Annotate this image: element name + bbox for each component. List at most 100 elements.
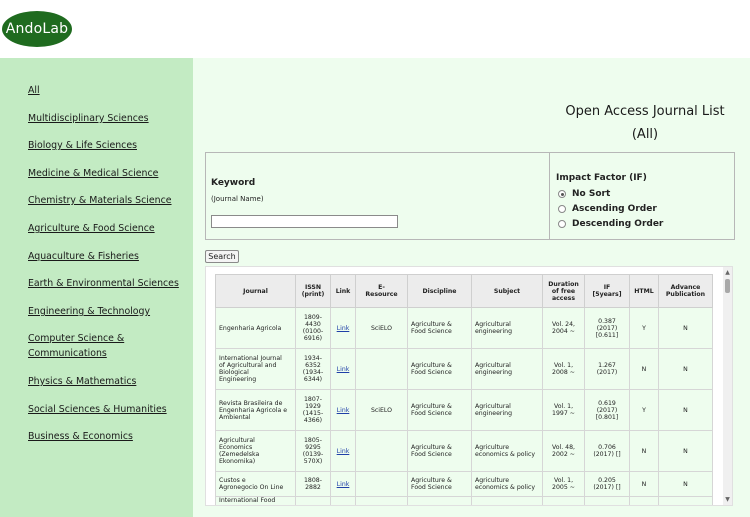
table-cell-journal: Engenharia Agricola bbox=[215, 307, 296, 349]
sidebar-item-computer-science[interactable]: Computer Science & Communications bbox=[28, 331, 138, 361]
journal-link[interactable]: Link bbox=[337, 325, 350, 332]
table-cell-advance: N bbox=[658, 471, 713, 497]
keyword-label: Keyword bbox=[211, 178, 256, 188]
triangle-up-icon[interactable]: ▲ bbox=[723, 268, 732, 277]
page-title: Open Access Journal List (All) bbox=[560, 100, 730, 146]
column-header: Advance Publication bbox=[658, 274, 713, 308]
header: AndoLab bbox=[0, 0, 750, 58]
table-cell-html: N bbox=[629, 430, 659, 472]
sidebar-item-medicine[interactable]: Medicine & Medical Science bbox=[28, 166, 188, 181]
sort-none-label: No Sort bbox=[572, 189, 611, 199]
table-cell-if bbox=[584, 496, 630, 505]
sidebar-item-business[interactable]: Business & Economics bbox=[28, 429, 188, 444]
table-cell-link: Link bbox=[330, 471, 356, 497]
table-cell-subject: Agricultural engineering bbox=[471, 389, 543, 431]
keyword-input[interactable] bbox=[211, 215, 398, 228]
table-cell-link: Link bbox=[330, 430, 356, 472]
column-header: ISSN (print) bbox=[295, 274, 331, 308]
table-cell-subject: Agriculture economics & policy bbox=[471, 471, 543, 497]
table-cell-html bbox=[629, 496, 659, 505]
table-row: Custos e Agronegocio On Line 1808- 2882 Li… bbox=[215, 471, 713, 497]
sort-ascending-option[interactable]: Ascending Order bbox=[558, 204, 657, 214]
page-title-text: Open Access Journal List bbox=[565, 104, 725, 119]
sort-descending-label: Descending Order bbox=[572, 219, 664, 229]
table-cell-journal: Agricultural Economics (Zemedelska Ekono… bbox=[215, 430, 296, 472]
table-cell-issn: 1807- 1929 (1415- 4366) bbox=[295, 389, 331, 431]
table-cell-journal: International Food bbox=[215, 496, 296, 505]
table-cell-journal: International Journal of Agricultural an… bbox=[215, 348, 296, 390]
table-cell-eresource bbox=[355, 496, 408, 505]
table-cell-advance bbox=[658, 496, 713, 505]
journal-link[interactable]: Link bbox=[337, 366, 350, 373]
sidebar-item-multidisciplinary[interactable]: Multidisciplinary Sciences bbox=[28, 111, 188, 126]
table-cell-eresource: SciELO bbox=[355, 307, 408, 349]
sidebar-item-all[interactable]: All bbox=[28, 83, 188, 98]
column-header: Duration of free access bbox=[542, 274, 585, 308]
journal-link[interactable]: Link bbox=[337, 481, 350, 488]
table-cell-eresource bbox=[355, 430, 408, 472]
table-row: International Food bbox=[215, 496, 713, 505]
table-row: International Journal of Agricultural an… bbox=[215, 348, 713, 390]
page-subtitle: (All) bbox=[631, 127, 659, 142]
sidebar-item-aquaculture[interactable]: Aquaculture & Fisheries bbox=[28, 249, 188, 264]
table-cell-duration: Vol. 1, 2008 ~ bbox=[542, 348, 585, 390]
table-cell-advance: N bbox=[658, 307, 713, 349]
table-cell-discipline: Agriculture & Food Science bbox=[407, 307, 472, 349]
journal-link[interactable]: Link bbox=[337, 448, 350, 455]
journal-table-container[interactable]: Journal ISSN (print) Link E- Resource Discip… bbox=[205, 266, 733, 506]
table-cell-discipline: Agriculture & Food Science bbox=[407, 430, 472, 472]
column-header: IF [5years] bbox=[584, 274, 630, 308]
journal-link[interactable]: Link bbox=[337, 407, 350, 414]
sidebar-item-earth[interactable]: Earth & Environmental Sciences bbox=[28, 276, 188, 291]
sidebar-item-agriculture[interactable]: Agriculture & Food Science bbox=[28, 221, 188, 236]
triangle-down-icon[interactable]: ▼ bbox=[723, 495, 732, 504]
table-scrollbar[interactable]: ▲ ▼ bbox=[723, 267, 732, 505]
radio-button[interactable] bbox=[558, 205, 566, 213]
table-cell-advance: N bbox=[658, 348, 713, 390]
keyword-sublabel: (Journal Name) bbox=[211, 195, 264, 203]
table-row: Engenharia Agricola 1809- 4430 (0100- 691… bbox=[215, 307, 713, 349]
table-cell-journal: Revista Brasileira de Engenharia Agricol… bbox=[215, 389, 296, 431]
impact-factor-label: Impact Factor (IF) bbox=[556, 173, 647, 183]
table-cell-link: Link bbox=[330, 389, 356, 431]
table-cell-link: Link bbox=[330, 307, 356, 349]
table-cell-link: Link bbox=[330, 348, 356, 390]
table-cell-advance: N bbox=[658, 389, 713, 431]
radio-button[interactable] bbox=[558, 220, 566, 228]
impact-factor-section: Impact Factor (IF) No Sort Ascending Ord… bbox=[549, 153, 734, 239]
table-cell-issn: 1808- 2882 bbox=[295, 471, 331, 497]
search-button[interactable]: Search bbox=[205, 250, 239, 263]
table-cell-html: N bbox=[629, 348, 659, 390]
table-cell-subject: Agricultural engineering bbox=[471, 348, 543, 390]
table-cell-duration: Vol. 1, 2005 ~ bbox=[542, 471, 585, 497]
table-cell-advance: N bbox=[658, 430, 713, 472]
sidebar: All Multidisciplinary Sciences Biology &… bbox=[0, 58, 193, 517]
sidebar-item-chemistry[interactable]: Chemistry & Materials Science bbox=[28, 193, 188, 208]
table-cell-html: Y bbox=[629, 307, 659, 349]
table-cell-discipline: Agriculture & Food Science bbox=[407, 348, 472, 390]
column-header: Discipline bbox=[407, 274, 472, 308]
table-cell-eresource: SciELO bbox=[355, 389, 408, 431]
search-panel: Keyword (Journal Name) Impact Factor (IF… bbox=[205, 152, 735, 240]
table-cell-journal: Custos e Agronegocio On Line bbox=[215, 471, 296, 497]
table-cell-issn: 1934- 6352 (1934- 6344) bbox=[295, 348, 331, 390]
table-cell-duration: Vol. 48, 2002 ~ bbox=[542, 430, 585, 472]
column-header: HTML bbox=[629, 274, 659, 308]
table-cell-if: 0.619 (2017) [0.801] bbox=[584, 389, 630, 431]
table-cell-discipline: Agriculture & Food Science bbox=[407, 471, 472, 497]
sidebar-item-biology[interactable]: Biology & Life Sciences bbox=[28, 138, 188, 153]
sort-none-option[interactable]: No Sort bbox=[558, 189, 610, 199]
table-cell-link bbox=[330, 496, 356, 505]
table-cell-eresource bbox=[355, 471, 408, 497]
sidebar-item-physics[interactable]: Physics & Mathematics bbox=[28, 374, 188, 389]
keyword-section: Keyword (Journal Name) bbox=[206, 153, 549, 239]
table-cell-eresource bbox=[355, 348, 408, 390]
andolab-logo[interactable]: AndoLab bbox=[2, 11, 72, 47]
sidebar-item-social-sciences[interactable]: Social Sciences & Humanities bbox=[28, 402, 188, 417]
sort-descending-option[interactable]: Descending Order bbox=[558, 219, 663, 229]
scrollbar-thumb[interactable] bbox=[725, 279, 730, 293]
radio-button[interactable] bbox=[558, 190, 566, 198]
sidebar-item-engineering[interactable]: Engineering & Technology bbox=[28, 304, 188, 319]
table-row: Revista Brasileira de Engenharia Agricol… bbox=[215, 389, 713, 431]
table-cell-if: 0.205 (2017) [] bbox=[584, 471, 630, 497]
